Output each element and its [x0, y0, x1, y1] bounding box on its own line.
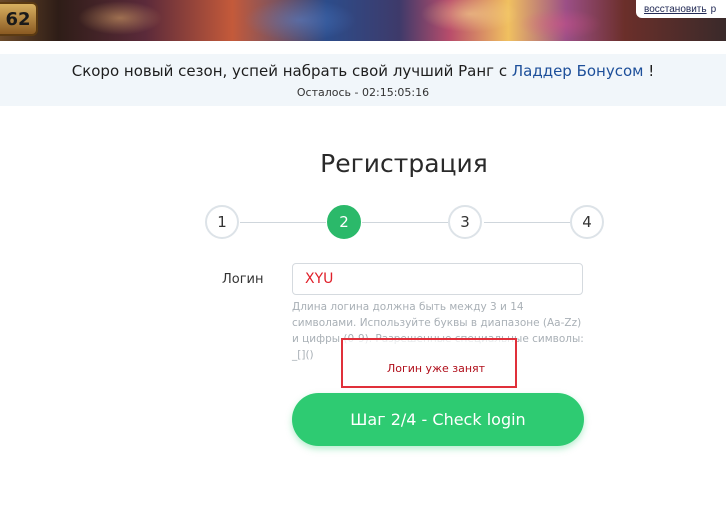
banner-artwork: [0, 0, 726, 41]
account-extra-text: р: [710, 3, 717, 15]
login-input[interactable]: [292, 263, 583, 295]
hero-banner: 62 восстановить р: [0, 0, 726, 41]
restore-link[interactable]: восстановить: [644, 4, 707, 15]
season-text: Скоро новый сезон, успей набрать свой лу…: [71, 62, 512, 80]
registration-stepper: 1 2 3 4: [204, 205, 606, 241]
step-4: 4: [570, 205, 604, 239]
registration-page: 62 восстановить р Скоро новый сезон, усп…: [0, 0, 726, 512]
step-3: 3: [448, 205, 482, 239]
step-connector: [362, 222, 448, 223]
step-connector: [484, 222, 570, 223]
step-2: 2: [327, 205, 361, 239]
check-login-button[interactable]: Шаг 2/4 - Check login: [292, 393, 584, 446]
step-connector: [240, 222, 326, 223]
account-box: восстановить р: [636, 0, 726, 18]
season-message: Скоро новый сезон, успей набрать свой лу…: [0, 62, 726, 80]
ladder-bonus-link[interactable]: Ладдер Бонусом: [512, 62, 644, 80]
season-countdown: Осталось - 02:15:05:16: [296, 86, 430, 99]
login-label: Логин: [222, 272, 264, 287]
season-text-end: !: [643, 62, 655, 80]
login-error-message: Логин уже занят: [386, 362, 486, 375]
season-notice: Скоро новый сезон, успей набрать свой лу…: [0, 54, 726, 106]
page-title: Регистрация: [320, 149, 488, 178]
level-badge: 62: [0, 2, 38, 36]
step-1: 1: [205, 205, 239, 239]
